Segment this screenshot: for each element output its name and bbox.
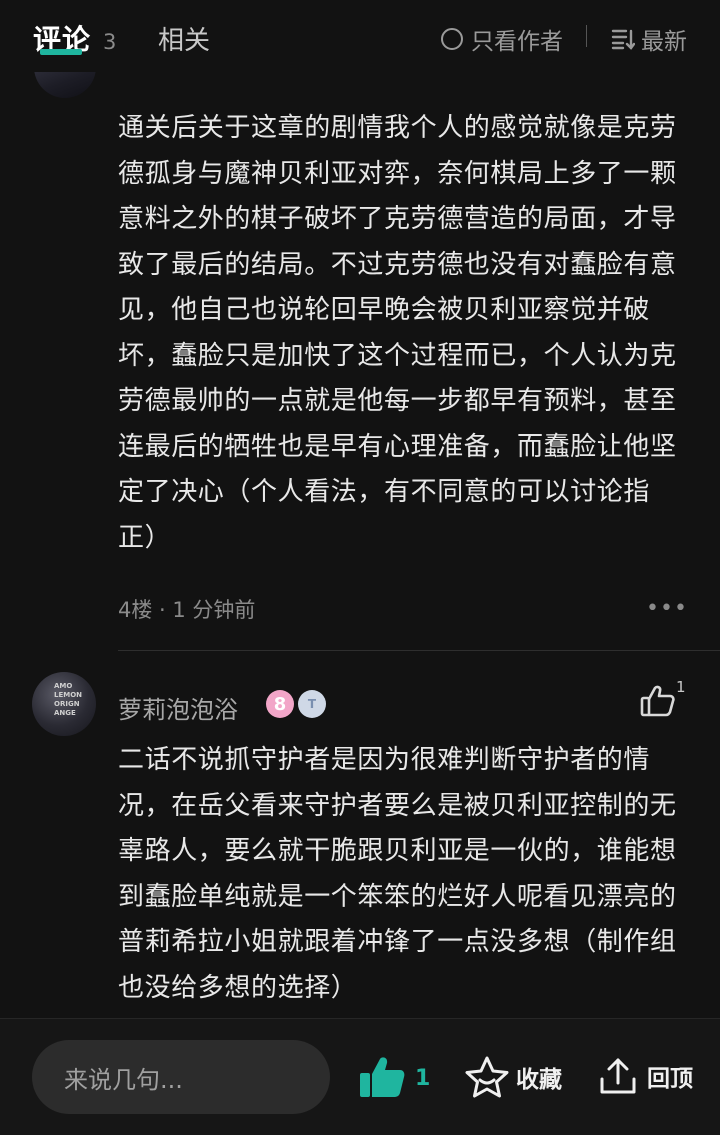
- comment-meta: 4楼 · 1 分钟前: [118, 598, 256, 622]
- star-icon: [465, 1056, 509, 1098]
- back-to-top-button[interactable]: 回顶: [597, 1055, 693, 1097]
- back-to-top-label: 回顶: [647, 1066, 693, 1092]
- more-dots-icon[interactable]: •••: [646, 596, 688, 621]
- author-only-toggle[interactable]: 只看作者: [441, 22, 563, 56]
- username[interactable]: 萝莉泡泡浴: [118, 690, 238, 725]
- avatar[interactable]: AMO LEMON ORIGN ANGE: [32, 672, 96, 736]
- arrow-up-icon: [600, 1058, 636, 1094]
- favorite-button[interactable]: 收藏: [464, 1055, 562, 1099]
- tab-related[interactable]: 相关: [158, 20, 210, 57]
- top-tab-bar: 评论 3 相关 只看作者 最新: [0, 0, 720, 72]
- comment-input-placeholder: 来说几句...: [64, 1065, 183, 1094]
- favorite-label: 收藏: [516, 1067, 562, 1093]
- comment-body: 二话不说抓守护者是因为很难判断守护者的情况，在岳父看来守护者要么是被贝利亚控制的…: [118, 745, 677, 1003]
- sort-label: 最新: [641, 29, 687, 55]
- avatar-text: AMO LEMON ORIGN ANGE: [54, 682, 83, 717]
- filter-divider: [586, 25, 587, 47]
- comment-divider: [118, 650, 720, 651]
- radio-circle-icon: [441, 28, 463, 50]
- author-only-label: 只看作者: [471, 29, 563, 55]
- thumbs-up-icon: [640, 685, 675, 717]
- medal-badge: T: [298, 690, 326, 718]
- like-button[interactable]: [358, 1055, 406, 1103]
- sort-button[interactable]: 最新: [611, 22, 687, 56]
- thumbs-up-icon: [360, 1057, 405, 1097]
- sort-lines-icon: [611, 29, 635, 50]
- comment-input[interactable]: 来说几句...: [32, 1040, 330, 1114]
- comment-body: 通关后关于这章的剧情我个人的感觉就像是克劳德孤身与魔神贝利亚对弈，奈何棋局上多了…: [118, 113, 677, 553]
- active-tab-indicator: [40, 49, 82, 55]
- level-badge: 8: [266, 690, 294, 718]
- like-count: 1: [415, 1066, 431, 1091]
- bottom-action-bar: 来说几句... 1 收藏 回顶: [0, 1018, 720, 1135]
- tab-comments-count: 3: [103, 30, 117, 54]
- comment-like-button[interactable]: [640, 684, 676, 722]
- comment-like-count: 1: [676, 678, 686, 696]
